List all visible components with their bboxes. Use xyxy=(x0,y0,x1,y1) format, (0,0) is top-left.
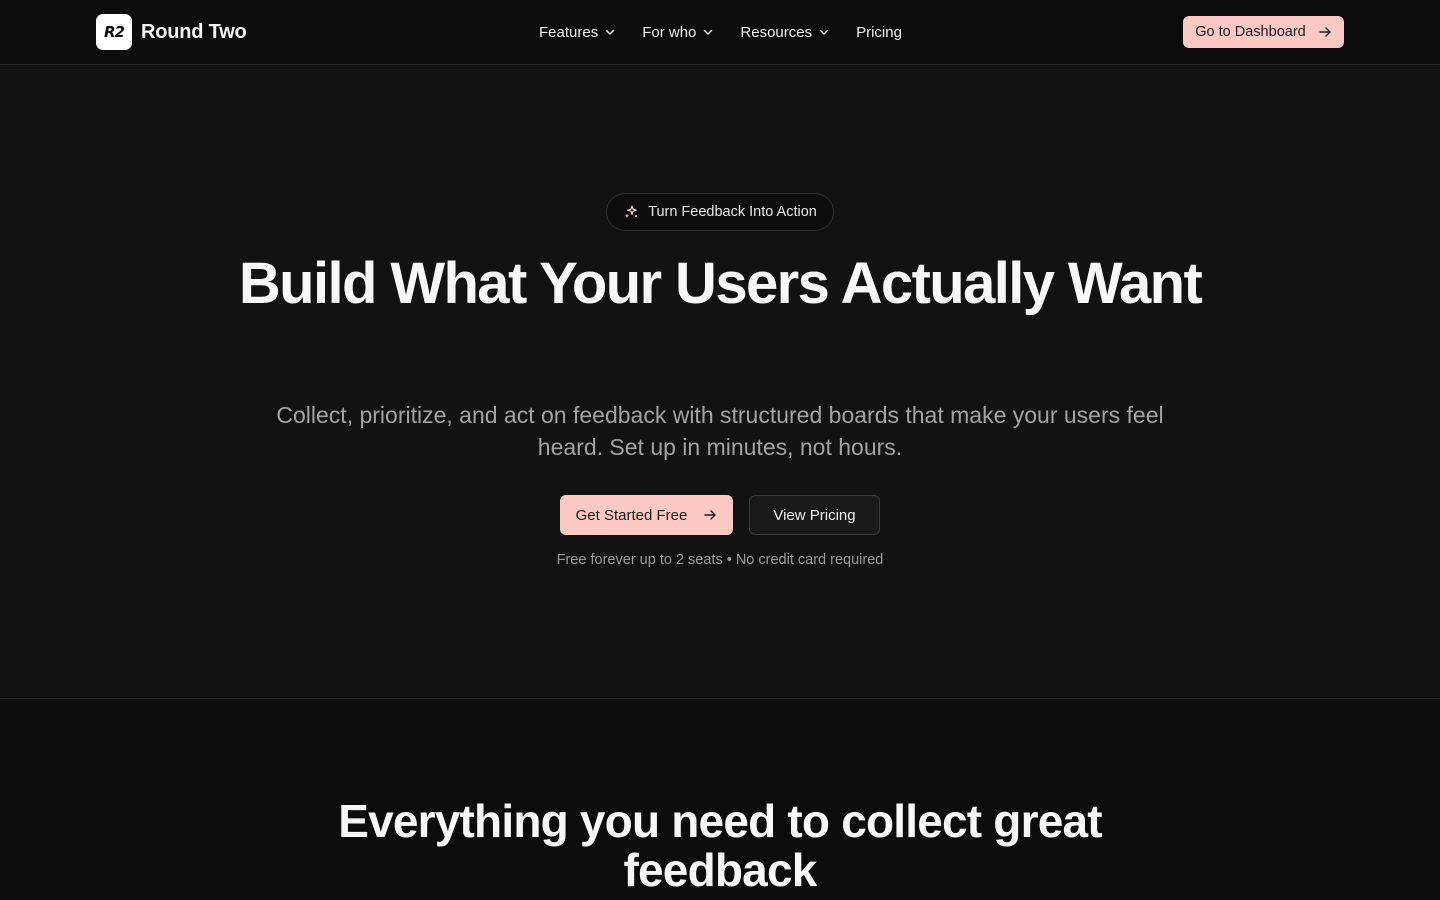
chevron-down-icon xyxy=(605,29,615,35)
go-to-dashboard-button[interactable]: Go to Dashboard xyxy=(1183,16,1344,48)
hero-title: Build What Your Users Actually Want xyxy=(238,251,1203,316)
get-started-free-label: Get Started Free xyxy=(575,506,688,524)
nav-item-label: Pricing xyxy=(856,23,902,41)
nav-item-pricing[interactable]: Pricing xyxy=(856,24,902,41)
top-navigation-bar: R2 Round Two Features For who Resources … xyxy=(0,0,1440,65)
hero-subtitle: Collect, prioritize, and act on feedback… xyxy=(276,402,1164,460)
features-section: Everything you need to collect great fee… xyxy=(0,700,1440,900)
get-started-free-button[interactable]: Get Started Free xyxy=(560,495,733,535)
main-nav: Features For who Resources Pricing xyxy=(539,0,902,64)
hero-section: Turn Feedback Into Action Build What You… xyxy=(0,65,1440,699)
arrow-right-icon xyxy=(704,510,717,520)
features-title: Everything you need to collect great fee… xyxy=(338,795,1102,896)
go-to-dashboard-label: Go to Dashboard xyxy=(1195,24,1306,40)
view-pricing-button[interactable]: View Pricing xyxy=(749,495,880,535)
arrow-right-icon xyxy=(1319,27,1331,37)
hero-badge-label: Turn Feedback Into Action xyxy=(648,204,817,220)
nav-item-features[interactable]: Features xyxy=(539,24,616,41)
nav-item-for-who[interactable]: For who xyxy=(642,24,714,41)
chevron-down-icon xyxy=(704,29,713,35)
hero-fine-print: Free forever up to 2 seats • No credit c… xyxy=(556,552,884,568)
nav-item-label: Resources xyxy=(740,23,813,41)
nav-item-label: For who xyxy=(642,23,697,41)
brand-logo-text: R2 xyxy=(104,23,125,41)
brand-logo: R2 xyxy=(96,14,132,50)
sparkles-icon xyxy=(624,205,638,219)
nav-item-label: Features xyxy=(539,23,599,41)
brand-link[interactable]: R2 Round Two xyxy=(96,14,247,50)
brand-name: Round Two xyxy=(141,20,247,43)
view-pricing-label: View Pricing xyxy=(773,506,856,524)
chevron-down-icon xyxy=(819,29,829,35)
hero-badge: Turn Feedback Into Action xyxy=(606,193,834,231)
nav-item-resources[interactable]: Resources xyxy=(740,24,830,41)
